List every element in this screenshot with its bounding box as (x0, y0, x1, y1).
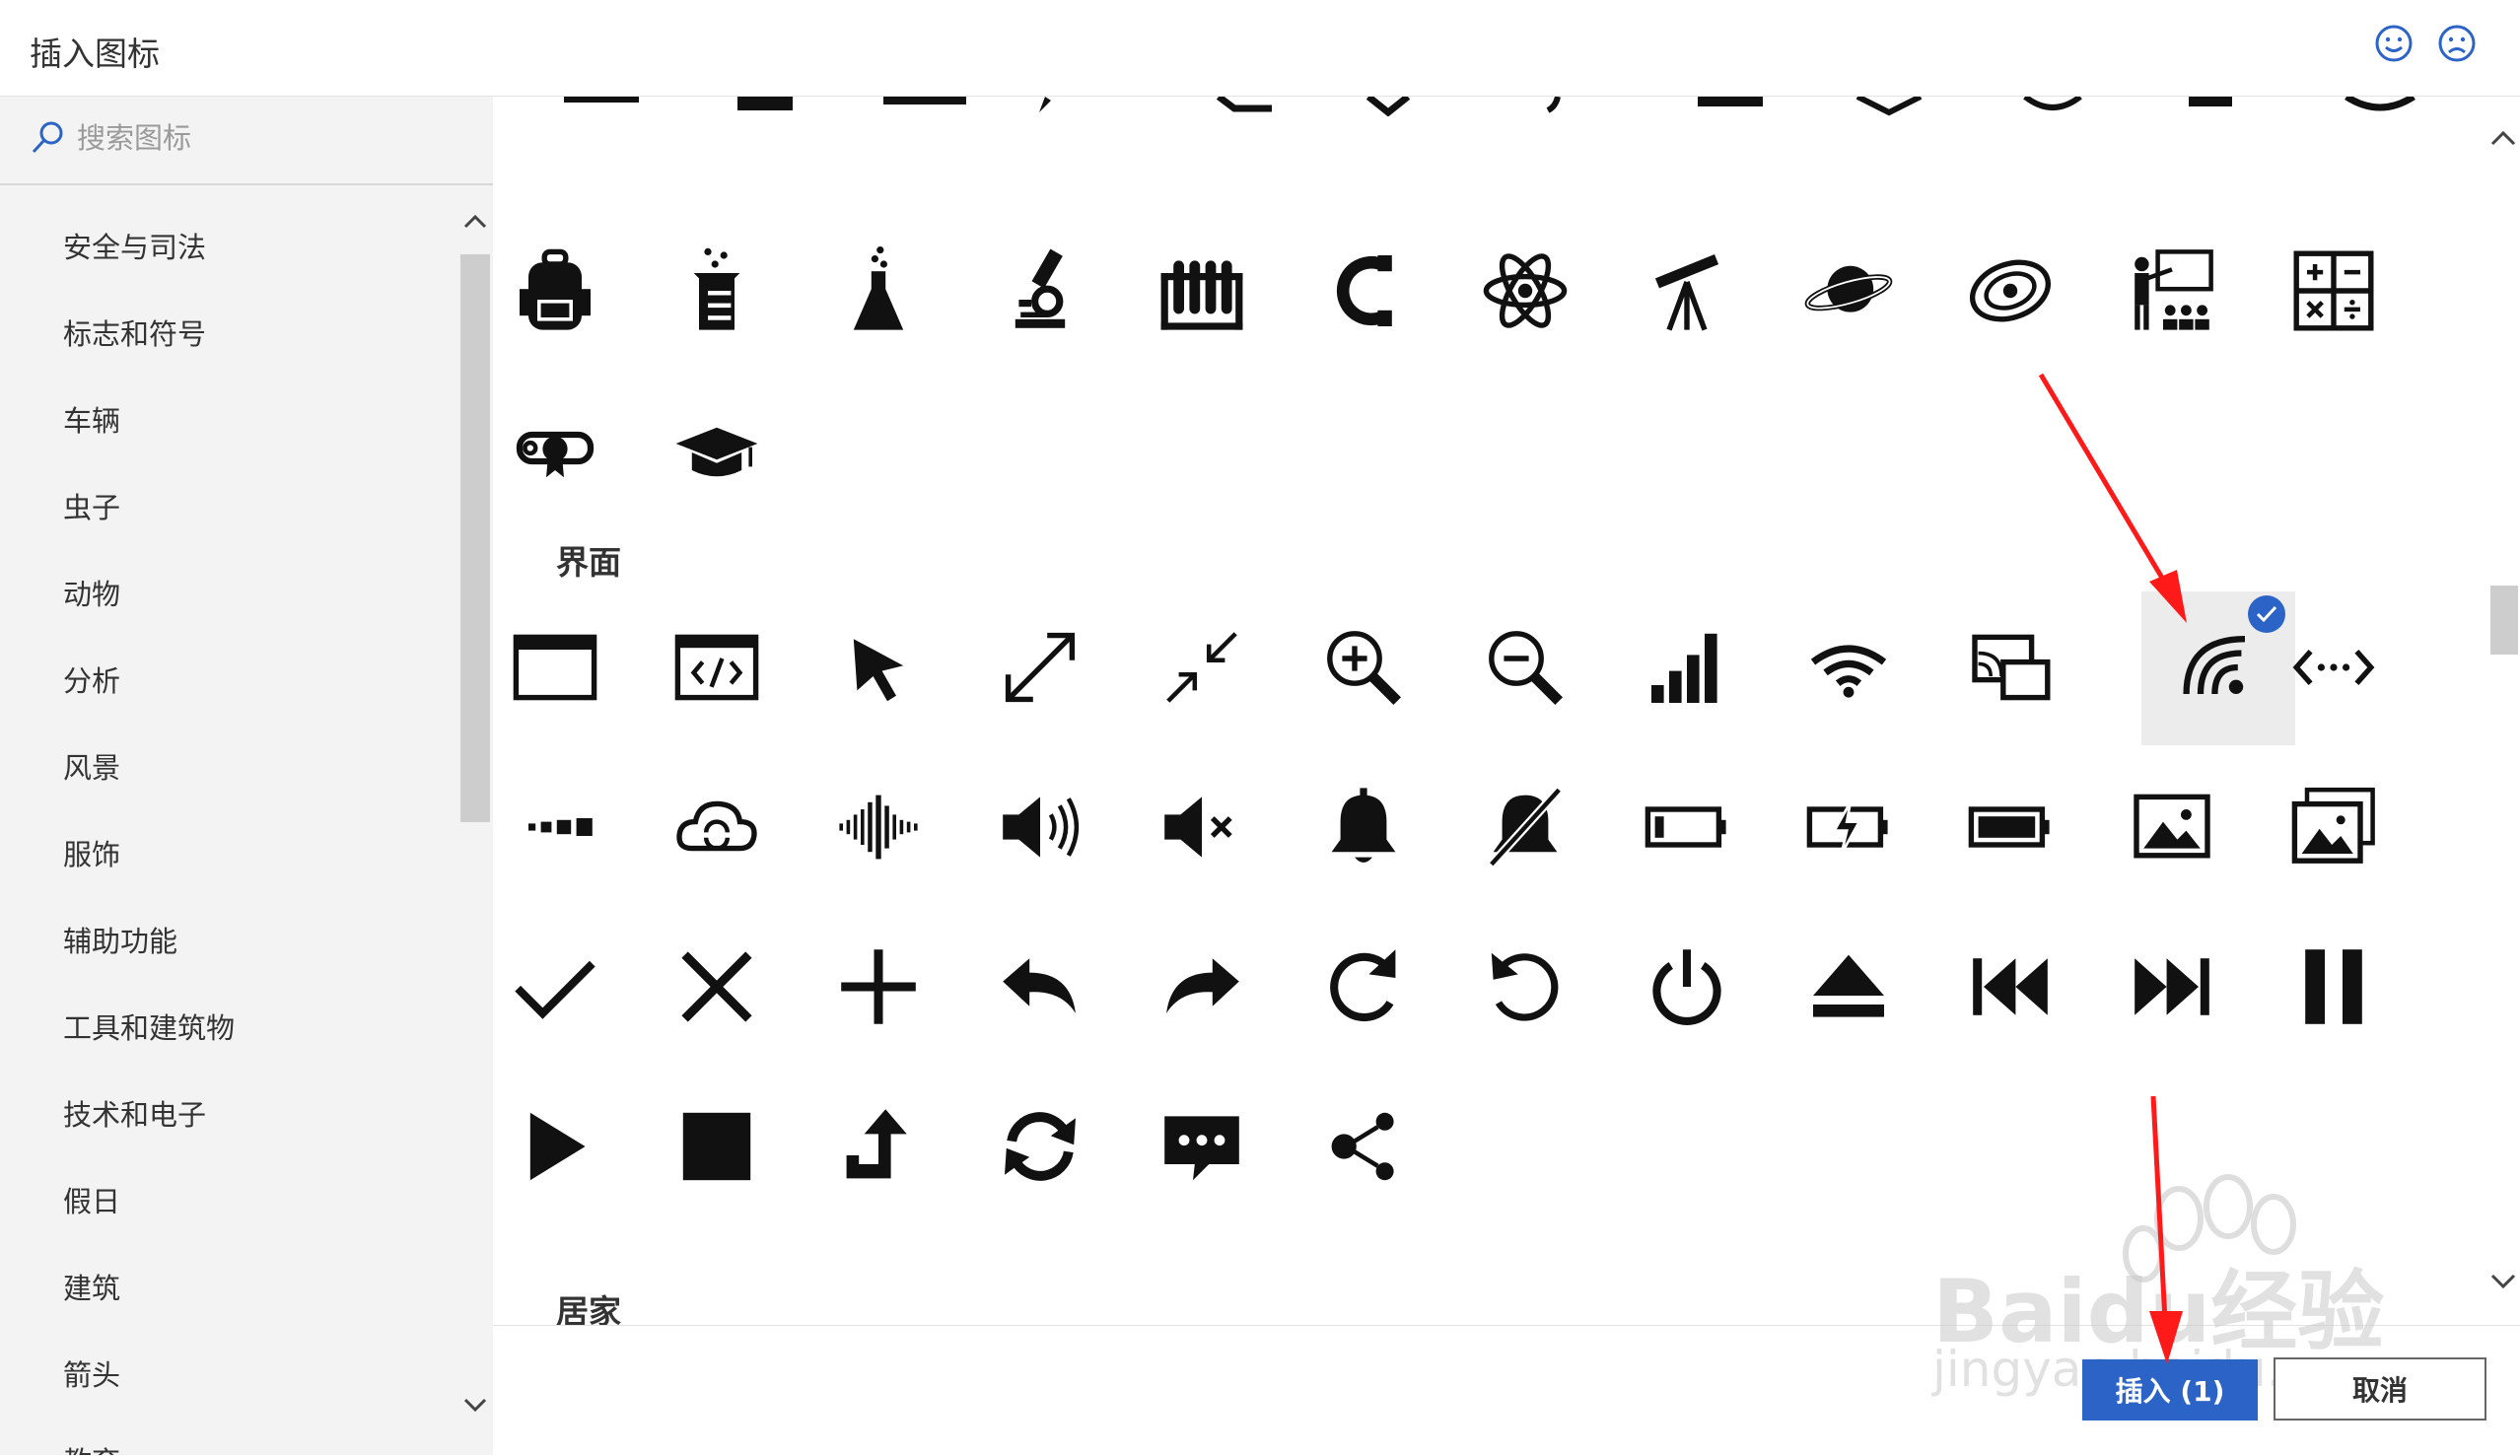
category-item[interactable]: 分析 (63, 659, 120, 700)
pause-icon[interactable] (2279, 933, 2388, 1041)
title-bar: 插入图标 (0, 0, 2520, 97)
magnet-icon[interactable] (1309, 237, 1418, 345)
redo-icon[interactable] (1148, 933, 1256, 1041)
section-title-interface: 界面 (556, 543, 621, 582)
test-tubes-icon[interactable] (1148, 237, 1256, 345)
turn-up-icon[interactable] (824, 1092, 933, 1201)
category-list: 安全与司法 标志和符号 车辆 虫子 动物 分析 风景 服饰 辅助功能 工具和建筑… (0, 185, 459, 1455)
category-item[interactable]: 虫子 (63, 485, 120, 526)
chat-icon[interactable] (1148, 1092, 1256, 1201)
rotate-icon[interactable] (1471, 933, 1579, 1041)
category-item[interactable]: 服饰 (63, 832, 120, 873)
graduation-cap-icon[interactable] (663, 398, 771, 507)
browser-window-icon[interactable] (501, 613, 609, 722)
search-input[interactable] (77, 116, 452, 160)
gallery-scroll-thumb[interactable] (2490, 586, 2518, 655)
code-arrows-icon[interactable] (2279, 613, 2388, 722)
category-pane: 安全与司法 标志和符号 车辆 虫子 动物 分析 风景 服饰 辅助功能 工具和建筑… (0, 97, 493, 1455)
beaker-icon[interactable] (663, 237, 771, 345)
flask-icon[interactable] (824, 237, 933, 345)
play-icon[interactable] (501, 1092, 609, 1201)
calculator-icon[interactable] (2279, 237, 2388, 345)
skip-back-icon[interactable] (1956, 933, 2065, 1041)
battery-charging-icon[interactable] (1794, 773, 1903, 881)
classroom-icon[interactable] (2118, 237, 2226, 345)
sync-icon[interactable] (986, 1092, 1094, 1201)
checkmark-icon[interactable] (501, 933, 609, 1041)
code-window-icon[interactable] (663, 613, 771, 722)
smile-icon[interactable] (2372, 22, 2415, 65)
battery-full-icon[interactable] (1956, 773, 2065, 881)
backpack-icon[interactable] (501, 237, 609, 345)
category-item[interactable]: 车辆 (63, 398, 120, 440)
chevron-down-icon[interactable] (461, 1396, 489, 1416)
category-item[interactable]: 假日 (63, 1179, 120, 1220)
category-item[interactable]: 工具和建筑物 (63, 1005, 235, 1047)
search-icon (28, 118, 67, 158)
refresh-icon[interactable] (1309, 933, 1418, 1041)
zoom-out-icon[interactable] (1471, 613, 1579, 722)
skip-forward-icon[interactable] (2118, 933, 2226, 1041)
gallery-scrollbar[interactable] (2488, 97, 2520, 1325)
power-icon[interactable] (1633, 933, 1741, 1041)
category-item[interactable]: 标志和符号 (63, 312, 206, 353)
diploma-icon[interactable] (501, 398, 609, 507)
bell-off-icon[interactable] (1471, 773, 1579, 881)
chevron-up-icon[interactable] (2488, 128, 2518, 148)
stop-icon[interactable] (663, 1092, 771, 1201)
battery-low-icon[interactable] (1633, 773, 1741, 881)
signal-bars-icon[interactable] (1633, 613, 1741, 722)
clipped-icon-row (493, 97, 2488, 116)
atom-icon[interactable] (1471, 237, 1579, 345)
category-scroll-thumb[interactable] (460, 254, 490, 822)
cancel-button[interactable]: 取消 (2274, 1357, 2486, 1421)
cloud-sync-icon[interactable] (663, 773, 771, 881)
icon-gallery: 界面 居家 (493, 97, 2488, 1325)
insert-button[interactable]: 插入 (1) (2082, 1359, 2258, 1421)
microscope-icon[interactable] (986, 237, 1094, 345)
bell-icon[interactable] (1309, 773, 1418, 881)
image-icon[interactable] (2118, 773, 2226, 881)
progress-icon[interactable] (501, 773, 609, 881)
dialog-title: 插入图标 (30, 35, 160, 73)
undo-icon[interactable] (986, 933, 1094, 1041)
category-item[interactable]: 教育 (63, 1439, 120, 1455)
frown-icon[interactable] (2435, 22, 2479, 65)
share-icon[interactable] (1309, 1092, 1418, 1201)
images-icon[interactable] (2279, 773, 2388, 881)
section-title-home: 居家 (556, 1292, 621, 1325)
screen-cast-icon[interactable] (1956, 613, 2065, 722)
telescope-icon[interactable] (1633, 237, 1741, 345)
eject-icon[interactable] (1794, 933, 1903, 1041)
plus-icon[interactable] (824, 933, 933, 1041)
volume-icon[interactable] (986, 773, 1094, 881)
search-box[interactable] (0, 97, 493, 185)
category-item[interactable]: 箭头 (63, 1352, 120, 1394)
chevron-down-icon[interactable] (2488, 1272, 2518, 1291)
chevron-up-icon[interactable] (461, 211, 489, 231)
wifi-icon[interactable] (1794, 613, 1903, 722)
audio-wave-icon[interactable] (824, 773, 933, 881)
cursor-icon[interactable] (824, 613, 933, 722)
category-item[interactable]: 安全与司法 (63, 225, 206, 266)
close-icon[interactable] (663, 933, 771, 1041)
category-item[interactable]: 建筑 (63, 1266, 120, 1307)
galaxy-icon[interactable] (1956, 237, 2065, 345)
mute-icon[interactable] (1148, 773, 1256, 881)
category-item[interactable]: 风景 (63, 745, 120, 787)
compress-icon[interactable] (1148, 613, 1256, 722)
category-item[interactable]: 辅助功能 (63, 919, 177, 960)
category-item[interactable]: 技术和电子 (63, 1092, 206, 1134)
zoom-in-icon[interactable] (1309, 613, 1418, 722)
category-item[interactable]: 动物 (63, 572, 120, 613)
expand-icon[interactable] (986, 613, 1094, 722)
planet-icon[interactable] (1794, 237, 1903, 345)
